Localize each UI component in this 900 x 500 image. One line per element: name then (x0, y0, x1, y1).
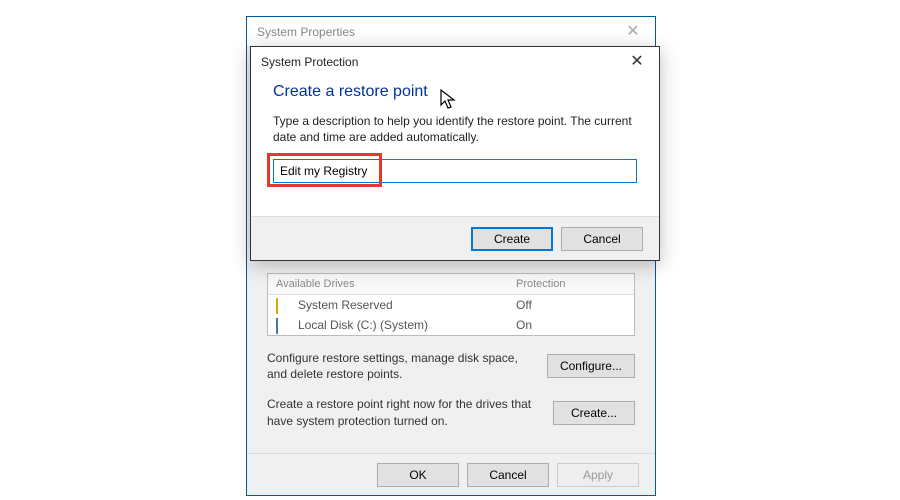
folder-icon (276, 298, 292, 312)
drive-protection: Off (516, 298, 626, 312)
ok-button[interactable]: OK (377, 463, 459, 487)
table-row[interactable]: System Reserved Off (268, 295, 634, 315)
drives-table: Available Drives Protection System Reser… (267, 273, 635, 336)
drive-name: System Reserved (298, 298, 516, 312)
drive-protection: On (516, 318, 626, 332)
apply-button: Apply (557, 463, 639, 487)
input-wrap (273, 159, 637, 183)
parent-title: System Properties (257, 25, 621, 39)
restore-point-description-input[interactable] (273, 159, 637, 183)
child-footer: Create Cancel (251, 216, 659, 260)
child-titlebar: System Protection ✕ (251, 47, 659, 77)
child-title: System Protection (261, 55, 625, 69)
dialog-description: Type a description to help you identify … (273, 113, 637, 145)
col-header-protection: Protection (516, 278, 626, 290)
drives-header: Available Drives Protection (268, 274, 634, 295)
system-protection-dialog: System Protection ✕ Create a restore poi… (250, 46, 660, 261)
drive-name: Local Disk (C:) (System) (298, 318, 516, 332)
parent-footer: OK Cancel Apply (247, 453, 655, 495)
cancel-button[interactable]: Cancel (467, 463, 549, 487)
disk-icon (276, 318, 292, 332)
child-body: Create a restore point Type a descriptio… (251, 77, 659, 197)
configure-text: Configure restore settings, manage disk … (267, 350, 535, 382)
create-row: Create a restore point right now for the… (267, 396, 635, 428)
create-point-button[interactable]: Create... (553, 401, 635, 425)
configure-row: Configure restore settings, manage disk … (267, 350, 635, 382)
parent-titlebar: System Properties ✕ (247, 17, 655, 47)
create-button[interactable]: Create (471, 227, 553, 251)
create-text: Create a restore point right now for the… (267, 396, 541, 428)
cancel-button[interactable]: Cancel (561, 227, 643, 251)
col-header-drive: Available Drives (276, 278, 516, 290)
configure-button[interactable]: Configure... (547, 354, 635, 378)
close-icon[interactable]: ✕ (621, 23, 645, 41)
table-row[interactable]: Local Disk (C:) (System) On (268, 315, 634, 335)
dialog-heading: Create a restore point (273, 83, 637, 101)
close-icon[interactable]: ✕ (625, 53, 649, 71)
